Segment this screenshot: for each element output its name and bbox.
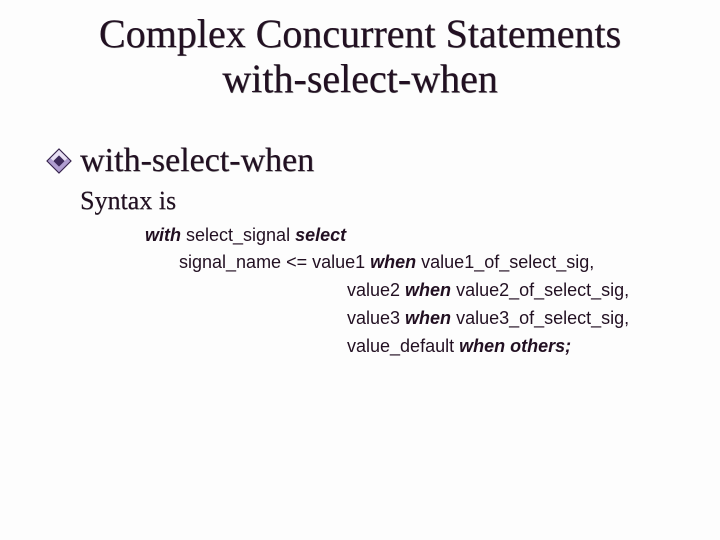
text-select-signal: select_signal xyxy=(181,225,295,245)
bullet-level2-text: Syntax is xyxy=(80,186,690,216)
bullet-level1-text: with-select-when xyxy=(80,142,314,180)
keyword-select: select xyxy=(295,225,346,245)
syntax-block: with select_signal select signal_name <=… xyxy=(80,222,690,361)
keyword-with: with xyxy=(145,225,181,245)
slide-body: with-select-when Syntax is with select_s… xyxy=(0,142,720,361)
text-value1-sig: value1_of_select_sig, xyxy=(416,252,594,272)
syntax-line-3: value2 when value2_of_select_sig, xyxy=(145,277,690,305)
syntax-line-1: with select_signal select xyxy=(145,222,690,250)
text-value2-sig: value2_of_select_sig, xyxy=(451,280,629,300)
text-value3-sig: value3_of_select_sig, xyxy=(451,308,629,328)
keyword-when-3: when xyxy=(405,308,451,328)
text-signal-name: signal_name <= value1 xyxy=(179,252,370,272)
keyword-when-2: when xyxy=(405,280,451,300)
slide-title: Complex Concurrent Statements with-selec… xyxy=(40,12,680,102)
bullet-level2: Syntax is with select_signal select sign… xyxy=(50,186,690,361)
diamond-bullet-icon xyxy=(46,148,71,173)
syntax-line-5: value_default when others; xyxy=(145,333,690,361)
syntax-line-4: value3 when value3_of_select_sig, xyxy=(145,305,690,333)
keyword-when-1: when xyxy=(370,252,416,272)
text-value3: value3 xyxy=(347,308,405,328)
keyword-when-others: when others; xyxy=(459,336,571,356)
text-value-default: value_default xyxy=(347,336,459,356)
title-line-1: Complex Concurrent Statements xyxy=(99,11,621,56)
text-value2: value2 xyxy=(347,280,405,300)
bullet-level1: with-select-when xyxy=(50,142,690,180)
syntax-line-2: signal_name <= value1 when value1_of_sel… xyxy=(145,249,690,277)
slide-container: Complex Concurrent Statements with-selec… xyxy=(0,0,720,540)
title-line-2: with-select-when xyxy=(222,56,497,101)
